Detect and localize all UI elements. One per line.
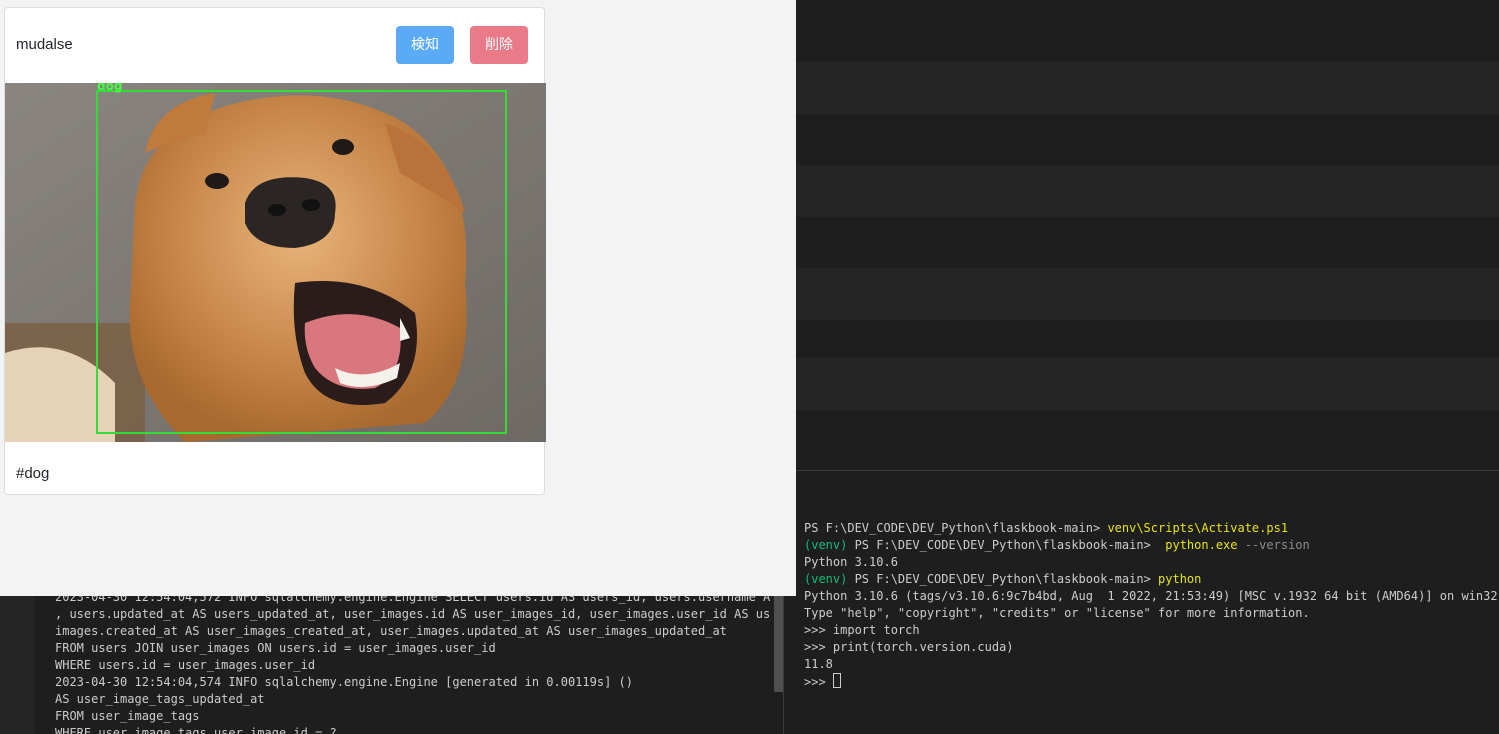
terminal-line: 11.8 bbox=[804, 656, 1498, 673]
terminal-line: Type "help", "copyright", "credits" or "… bbox=[804, 605, 1498, 622]
terminal-text: PS F:\DEV_CODE\DEV_Python\flaskbook-main… bbox=[847, 538, 1166, 552]
terminal-text: Type "help", "copyright", "credits" or "… bbox=[804, 606, 1310, 620]
username: mudalse bbox=[16, 36, 73, 53]
editor-line-band bbox=[796, 268, 1499, 320]
terminal-line: PS F:\DEV_CODE\DEV_Python\flaskbook-main… bbox=[804, 520, 1498, 537]
terminal-cursor bbox=[832, 673, 841, 688]
terminal-line: Python 3.10.6 bbox=[804, 554, 1498, 571]
terminal-command: python bbox=[1158, 572, 1202, 586]
terminal-text: >>> import torch bbox=[804, 623, 920, 637]
venv-prefix: (venv) bbox=[804, 538, 848, 552]
terminal-command: python.exe bbox=[1165, 538, 1238, 552]
terminal-text: PS F:\DEV_CODE\DEV_Python\flaskbook-main… bbox=[847, 572, 1159, 586]
log-line: images.created_at AS user_images_created… bbox=[55, 624, 727, 638]
terminal-line: (venv) PS F:\DEV_CODE\DEV_Python\flaskbo… bbox=[804, 537, 1498, 554]
terminal-command: venv\Scripts\Activate.ps1 bbox=[1107, 521, 1289, 535]
image-tag: #dog bbox=[16, 465, 50, 482]
detection-box bbox=[96, 90, 507, 434]
log-line: , users.updated_at AS users_updated_at, … bbox=[55, 607, 770, 621]
log-line: AS user_image_tags_updated_at bbox=[55, 692, 265, 706]
detection-label: dog bbox=[97, 83, 123, 93]
python-terminal[interactable]: PS F:\DEV_CODE\DEV_Python\flaskbook-main… bbox=[796, 471, 1499, 734]
terminal-text: 11.8 bbox=[804, 657, 833, 671]
editor-area bbox=[796, 0, 1499, 470]
terminal-line: (venv) PS F:\DEV_CODE\DEV_Python\flaskbo… bbox=[804, 571, 1498, 588]
image-card: mudalse 検知 削除 dog #dog bbox=[4, 7, 546, 495]
card-header: mudalse 検知 削除 bbox=[5, 8, 544, 83]
log-line: WHERE users.id = user_images.user_id bbox=[55, 658, 316, 672]
terminal-line: >>> print(torch.version.cuda) bbox=[804, 639, 1498, 656]
log-line: 2023-04-30 12:54:04,574 INFO sqlalchemy.… bbox=[55, 675, 633, 689]
server-log-terminal[interactable]: 2023-04-30 12:54:04,572 INFO sqlalchemy.… bbox=[0, 590, 796, 734]
dog-photo: dog bbox=[5, 83, 546, 442]
terminal-line: Python 3.10.6 (tags/v3.10.6:9c7b4bd, Aug… bbox=[804, 588, 1498, 605]
server-log-output: 2023-04-30 12:54:04,572 INFO sqlalchemy.… bbox=[55, 589, 770, 734]
terminal-line: >>> import torch bbox=[804, 622, 1498, 639]
terminal-text: >>> bbox=[804, 675, 833, 689]
log-line: FROM user_image_tags bbox=[55, 709, 200, 723]
terminal-output: PS F:\DEV_CODE\DEV_Python\flaskbook-main… bbox=[804, 520, 1498, 691]
editor-line-band bbox=[796, 165, 1499, 217]
delete-button[interactable]: 削除 bbox=[470, 26, 528, 64]
editor-line-band bbox=[796, 62, 1499, 114]
terminal-text: >>> print(torch.version.cuda) bbox=[804, 640, 1014, 654]
log-line: WHERE user_image_tags.user_image_id = ? bbox=[55, 726, 337, 734]
terminal-text: Python 3.10.6 (tags/v3.10.6:9c7b4bd, Aug… bbox=[804, 589, 1498, 603]
terminal-scrollbar[interactable] bbox=[774, 596, 783, 692]
terminal-line: >>> bbox=[804, 673, 1498, 691]
detect-button[interactable]: 検知 bbox=[396, 26, 454, 64]
browser-window: mudalse 検知 削除 dog #dog bbox=[0, 0, 796, 596]
terminal-argument: --version bbox=[1237, 538, 1310, 552]
terminal-text: Python 3.10.6 bbox=[804, 555, 898, 569]
terminal-text: PS F:\DEV_CODE\DEV_Python\flaskbook-main… bbox=[804, 521, 1108, 535]
editor-line-band bbox=[796, 358, 1499, 410]
log-line: FROM users JOIN user_images ON users.id … bbox=[55, 641, 496, 655]
panel-divider bbox=[783, 596, 784, 734]
terminal-gutter bbox=[0, 596, 35, 734]
venv-prefix: (venv) bbox=[804, 572, 848, 586]
